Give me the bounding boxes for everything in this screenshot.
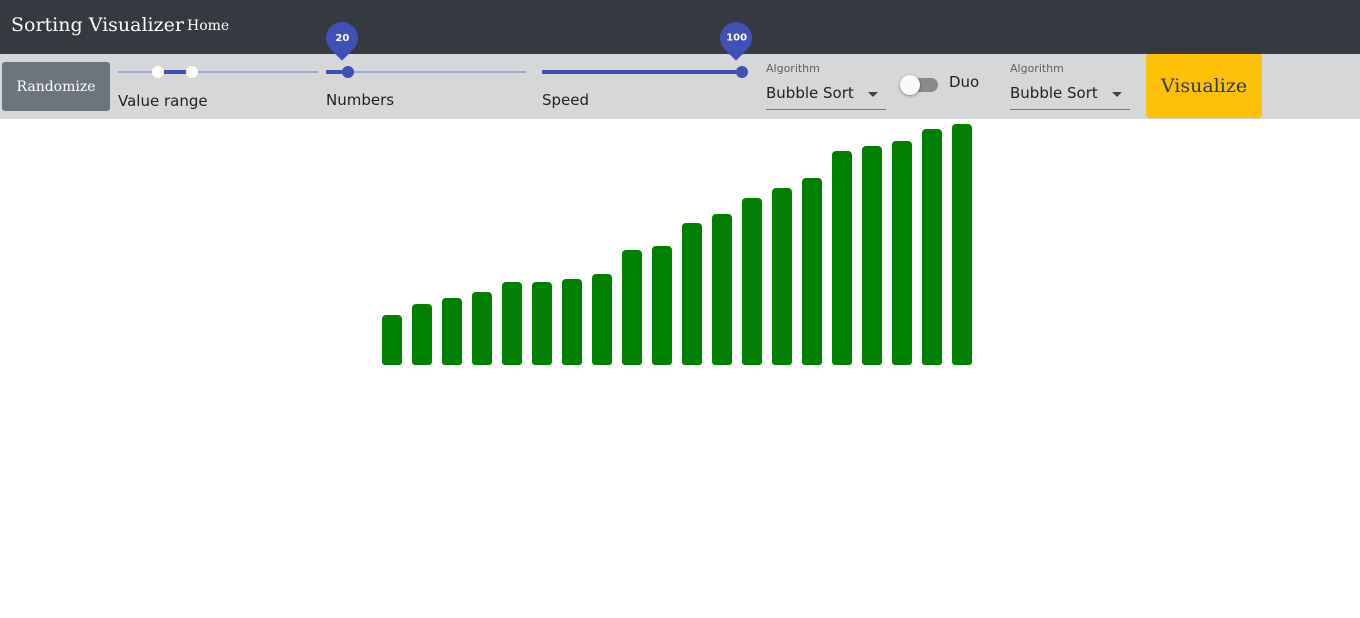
numbers-handle[interactable]: 20: [319, 15, 365, 78]
algorithm-select-1-label: Algorithm: [766, 62, 820, 75]
bar: [742, 198, 762, 365]
randomize-button[interactable]: Randomize: [2, 62, 110, 111]
bar: [412, 304, 432, 365]
bar: [502, 282, 522, 365]
brand-title[interactable]: Sorting Visualizer: [11, 14, 184, 36]
bar: [772, 188, 792, 365]
navbar: Sorting Visualizer Home: [0, 0, 1360, 54]
speed-handle[interactable]: 100: [713, 15, 759, 78]
bar: [892, 141, 912, 365]
bar: [592, 274, 612, 365]
bar: [952, 124, 972, 365]
algorithm-select-2-underline: [1010, 109, 1130, 110]
bar-chart: [0, 119, 1360, 618]
value-range-slider[interactable]: [118, 58, 318, 78]
bar: [862, 146, 882, 365]
speed-value-text: 100: [725, 32, 747, 44]
bar: [382, 315, 402, 365]
value-range-label: Value range: [118, 92, 208, 110]
bar: [682, 223, 702, 365]
algorithm-select-1-underline: [766, 109, 886, 110]
numbers-label: Numbers: [326, 91, 395, 109]
visualize-button[interactable]: Visualize: [1146, 54, 1262, 118]
numbers-rail: [326, 71, 526, 73]
bar: [922, 129, 942, 365]
value-range-high-handle[interactable]: [186, 66, 198, 78]
value-range-rail: [118, 71, 318, 73]
chevron-down-icon: [1112, 92, 1122, 97]
duo-toggle[interactable]: [900, 75, 938, 95]
numbers-value-text: 20: [335, 32, 349, 44]
bar: [802, 178, 822, 365]
algorithm-select-2[interactable]: Algorithm Bubble Sort: [1010, 62, 1130, 110]
numbers-slider[interactable]: 20: [319, 15, 526, 78]
bar: [622, 250, 642, 365]
bar: [532, 282, 552, 365]
bar: [712, 214, 732, 365]
algorithm-select-2-value: Bubble Sort: [1010, 84, 1098, 102]
bar: [562, 279, 582, 365]
bar: [472, 292, 492, 365]
speed-label: Speed: [542, 91, 590, 109]
speed-slider[interactable]: 100: [542, 15, 759, 78]
bar: [832, 151, 852, 365]
speed-track: [542, 70, 742, 74]
duo-label: Duo: [949, 73, 980, 91]
nav-home-link[interactable]: Home: [187, 18, 229, 34]
algorithm-select-1[interactable]: Algorithm Bubble Sort: [766, 62, 886, 110]
algorithm-select-1-value: Bubble Sort: [766, 84, 854, 102]
bar: [652, 246, 672, 365]
algorithm-select-2-label: Algorithm: [1010, 62, 1064, 75]
duo-toggle-knob: [900, 75, 920, 95]
chevron-down-icon: [868, 92, 878, 97]
value-range-low-handle[interactable]: [152, 66, 164, 78]
bar: [442, 298, 462, 365]
toolbar: Randomize Value range 20 Numbers 100 Spe…: [0, 15, 1360, 119]
